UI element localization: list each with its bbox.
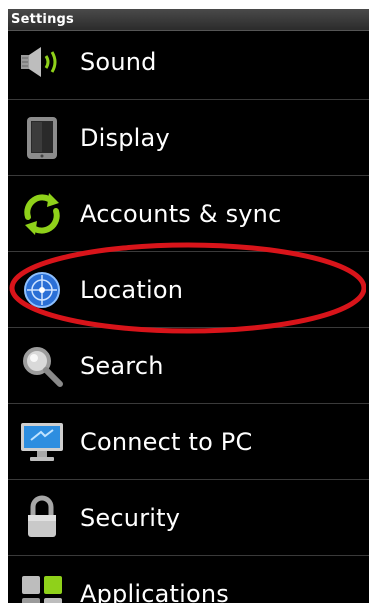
settings-list: Sound Display Accounts & sync Location S… <box>8 25 369 603</box>
settings-item-search[interactable]: Search <box>8 328 369 404</box>
settings-item-connect-to-pc[interactable]: Connect to PC <box>8 404 369 480</box>
settings-item-sound[interactable]: Sound <box>8 25 369 100</box>
settings-item-applications[interactable]: Applications <box>8 556 369 603</box>
settings-item-label: Security <box>80 503 181 532</box>
padlock-icon <box>16 492 68 544</box>
settings-item-label: Applications <box>80 579 230 603</box>
settings-item-location[interactable]: Location <box>8 252 369 328</box>
settings-item-label: Sound <box>80 48 157 76</box>
settings-item-label: Search <box>80 351 164 380</box>
settings-screen: Settings Sound Display Accounts & sync L… <box>8 9 369 603</box>
settings-item-accounts-sync[interactable]: Accounts & sync <box>8 176 369 252</box>
settings-item-label: Connect to PC <box>80 427 253 456</box>
magnifier-icon <box>16 340 68 392</box>
display-icon <box>16 112 68 164</box>
sync-icon <box>16 188 68 240</box>
computer-icon <box>16 416 68 468</box>
settings-item-label: Display <box>80 123 170 152</box>
applications-icon <box>16 568 68 603</box>
settings-item-security[interactable]: Security <box>8 480 369 556</box>
settings-item-display[interactable]: Display <box>8 100 369 176</box>
settings-item-label: Accounts & sync <box>80 199 282 228</box>
speaker-icon <box>16 36 68 88</box>
settings-item-label: Location <box>80 275 184 304</box>
location-icon <box>16 264 68 316</box>
